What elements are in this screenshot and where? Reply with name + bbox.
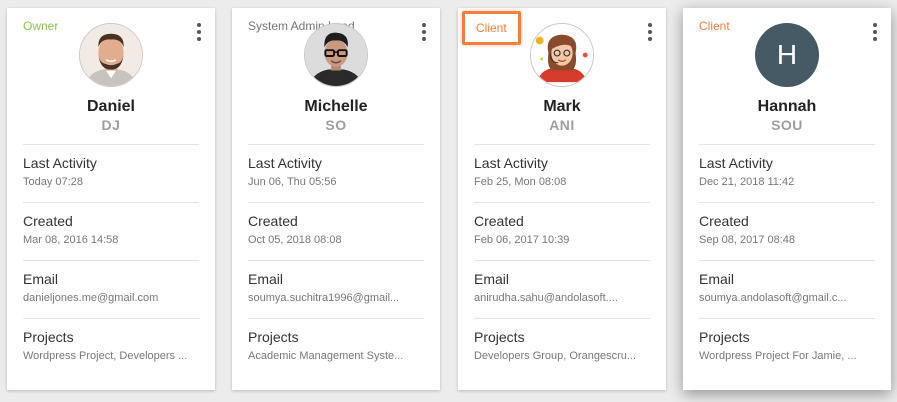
user-card-hannah[interactable]: Client H Hannah SOU Last Activity Dec 21… — [683, 8, 891, 390]
divider — [474, 318, 650, 319]
user-card-michelle[interactable]: System Admin,Lead Michelle SO Last Activ… — [232, 8, 440, 390]
email-value: anirudha.sahu@andolasoft.... — [474, 292, 618, 304]
created-value: Oct 05, 2018 08:08 — [248, 234, 342, 246]
role-label: Client — [699, 19, 730, 33]
divider — [23, 144, 199, 145]
projects-label: Projects — [23, 329, 74, 345]
user-name[interactable]: Daniel — [7, 98, 215, 116]
avatar[interactable]: H — [755, 23, 819, 87]
role-label: Client — [462, 11, 521, 45]
created-label: Created — [248, 213, 298, 229]
divider — [699, 202, 875, 203]
user-card-mark[interactable]: Client Mark ANI Last Activity Feb 25, Mo… — [458, 8, 666, 390]
last-activity-value: Today 07:28 — [23, 176, 83, 188]
created-label: Created — [474, 213, 524, 229]
user-short-name: DJ — [101, 117, 121, 133]
email-value: soumya.suchitra1996@gmail... — [248, 292, 400, 304]
created-label: Created — [23, 213, 73, 229]
divider — [699, 318, 875, 319]
user-card-daniel[interactable]: Owner Daniel DJ Last Activity Today 07:2… — [7, 8, 215, 390]
role-label: Owner — [23, 19, 59, 33]
divider — [248, 260, 424, 261]
projects-label: Projects — [248, 329, 299, 345]
user-name[interactable]: Hannah — [683, 98, 891, 116]
created-label: Created — [699, 213, 749, 229]
last-activity-label: Last Activity — [474, 155, 548, 171]
last-activity-value: Jun 06, Thu 05:56 — [248, 176, 337, 188]
avatar[interactable] — [79, 23, 143, 87]
last-activity-value: Feb 25, Mon 08:08 — [474, 176, 567, 188]
more-options-icon[interactable] — [870, 23, 880, 41]
projects-value: Wordpress Project For Jamie, ... — [699, 350, 857, 362]
projects-label: Projects — [699, 329, 750, 345]
avatar[interactable] — [304, 23, 368, 87]
divider — [699, 260, 875, 261]
divider — [248, 318, 424, 319]
created-value: Mar 08, 2016 14:58 — [23, 234, 119, 246]
projects-label: Projects — [474, 329, 525, 345]
divider — [23, 260, 199, 261]
user-name[interactable]: Michelle — [232, 98, 440, 116]
divider — [23, 318, 199, 319]
email-label: Email — [248, 271, 284, 287]
avatar[interactable] — [530, 23, 594, 87]
divider — [474, 260, 650, 261]
divider — [474, 144, 650, 145]
more-options-icon[interactable] — [419, 23, 429, 41]
user-name[interactable]: Mark — [458, 98, 666, 116]
user-short-name: ANI — [549, 117, 575, 133]
last-activity-label: Last Activity — [248, 155, 322, 171]
user-short-name: SO — [325, 117, 347, 133]
projects-value: Wordpress Project, Developers ... — [23, 350, 188, 362]
created-value: Feb 06, 2017 10:39 — [474, 234, 570, 246]
email-label: Email — [699, 271, 735, 287]
created-value: Sep 08, 2017 08:48 — [699, 234, 796, 246]
divider — [248, 144, 424, 145]
email-label: Email — [474, 271, 510, 287]
last-activity-label: Last Activity — [699, 155, 773, 171]
divider — [474, 202, 650, 203]
user-short-name: SOU — [771, 117, 803, 133]
last-activity-label: Last Activity — [23, 155, 97, 171]
divider — [699, 144, 875, 145]
email-label: Email — [23, 271, 59, 287]
email-value: danieljones.me@gmail.com — [23, 292, 159, 304]
last-activity-value: Dec 21, 2018 11:42 — [699, 176, 795, 188]
projects-value: Developers Group, Orangescru... — [474, 350, 637, 362]
email-value: soumya.andolasoft@gmail.c... — [699, 292, 847, 304]
divider — [248, 202, 424, 203]
more-options-icon[interactable] — [645, 23, 655, 41]
more-options-icon[interactable] — [194, 23, 204, 41]
divider — [23, 202, 199, 203]
projects-value: Academic Management Syste... — [248, 350, 404, 362]
